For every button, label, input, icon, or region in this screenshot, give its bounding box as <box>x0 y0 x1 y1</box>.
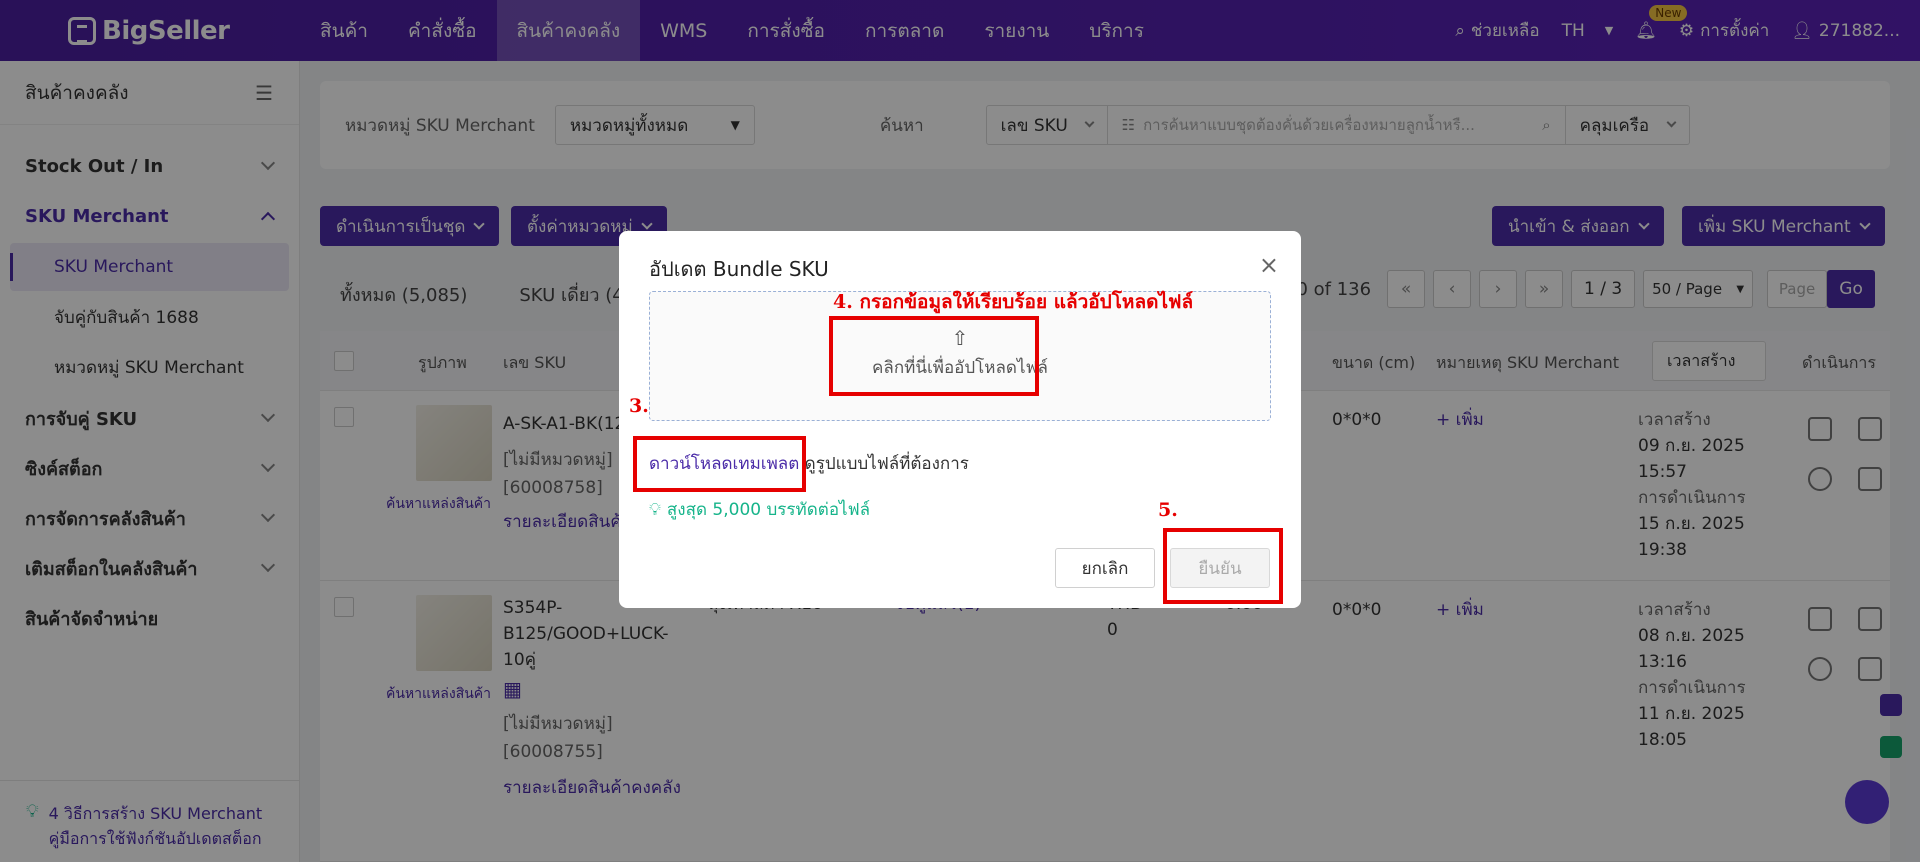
annotation-step-5: 5. <box>1158 499 1178 521</box>
lightbulb-icon: 💡︎ <box>649 499 661 520</box>
annotation-box-download <box>633 436 806 492</box>
template-format-text: ดูรูปแบบไฟล์ที่ต้องการ <box>804 454 969 474</box>
dialog-title: อัปเดต Bundle SKU <box>649 257 829 281</box>
annotation-step-3: 3. <box>629 395 649 417</box>
max-rows-hint: 💡︎ สูงสุด 5,000 บรรทัดต่อไฟล์ <box>649 499 871 521</box>
annotation-box-confirm <box>1163 528 1283 604</box>
annotation-box-upload <box>829 316 1039 396</box>
cancel-button[interactable]: ยกเลิก <box>1055 548 1155 588</box>
annotation-step-4: 4. กรอกข้อมูลให้เรียบร้อย แล้วอัปโหลดไฟล… <box>833 291 1194 313</box>
close-icon[interactable]: × <box>1259 251 1279 279</box>
